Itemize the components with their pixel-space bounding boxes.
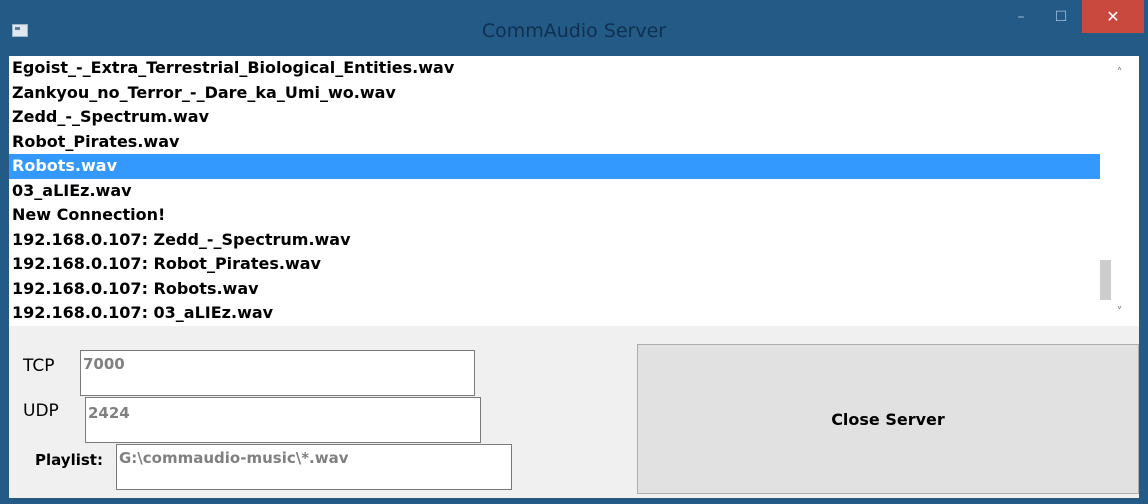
udp-port-field[interactable]: 2424 <box>85 397 481 443</box>
list-item[interactable]: Egoist_-_Extra_Terrestrial_Biological_En… <box>9 56 1100 81</box>
list-item[interactable]: 03_aLIEz.wav <box>9 179 1100 204</box>
udp-label: UDP <box>23 401 59 421</box>
log-rows: Egoist_-_Extra_Terrestrial_Biological_En… <box>9 56 1100 326</box>
window-title: CommAudio Server <box>481 20 667 42</box>
list-item[interactable]: Robot_Pirates.wav <box>9 130 1100 155</box>
list-item[interactable]: Robots.wav <box>9 154 1100 179</box>
maximize-button[interactable]: ☐ <box>1046 0 1076 33</box>
close-window-button[interactable]: ✕ <box>1082 0 1144 33</box>
client-area: Egoist_-_Extra_Terrestrial_Biological_En… <box>9 56 1139 498</box>
title-bar[interactable]: CommAudio Server – ☐ ✕ <box>0 0 1148 56</box>
tcp-label: TCP <box>23 356 55 376</box>
list-item[interactable]: Zankyou_no_Terror_-_Dare_ka_Umi_wo.wav <box>9 81 1100 106</box>
tcp-port-field[interactable]: 7000 <box>80 350 475 396</box>
minimize-button[interactable]: – <box>1006 0 1036 33</box>
list-item[interactable]: 192.168.0.107: Zedd_-_Spectrum.wav <box>9 228 1100 253</box>
playlist-path-field[interactable]: G:\commaudio-music\*.wav <box>116 444 512 490</box>
log-listbox[interactable]: Egoist_-_Extra_Terrestrial_Biological_En… <box>9 56 1139 326</box>
close-server-button[interactable]: Close Server <box>637 344 1139 494</box>
list-item[interactable]: Zedd_-_Spectrum.wav <box>9 105 1100 130</box>
playlist-label: Playlist: <box>35 451 103 469</box>
list-item[interactable]: 192.168.0.107: Robots.wav <box>9 277 1100 302</box>
scroll-down-arrow-icon[interactable]: ˅ <box>1100 299 1139 325</box>
scrollbar-thumb[interactable] <box>1100 260 1111 300</box>
scroll-up-arrow-icon[interactable]: ˄ <box>1100 60 1139 86</box>
list-item[interactable]: 192.168.0.107: 03_aLIEz.wav <box>9 301 1100 326</box>
vertical-scrollbar[interactable]: ˄ ˅ <box>1100 56 1139 326</box>
app-window: CommAudio Server – ☐ ✕ Egoist_-_Extra_Te… <box>0 0 1148 504</box>
list-item[interactable]: New Connection! <box>9 203 1100 228</box>
list-item[interactable]: 192.168.0.107: Robot_Pirates.wav <box>9 252 1100 277</box>
